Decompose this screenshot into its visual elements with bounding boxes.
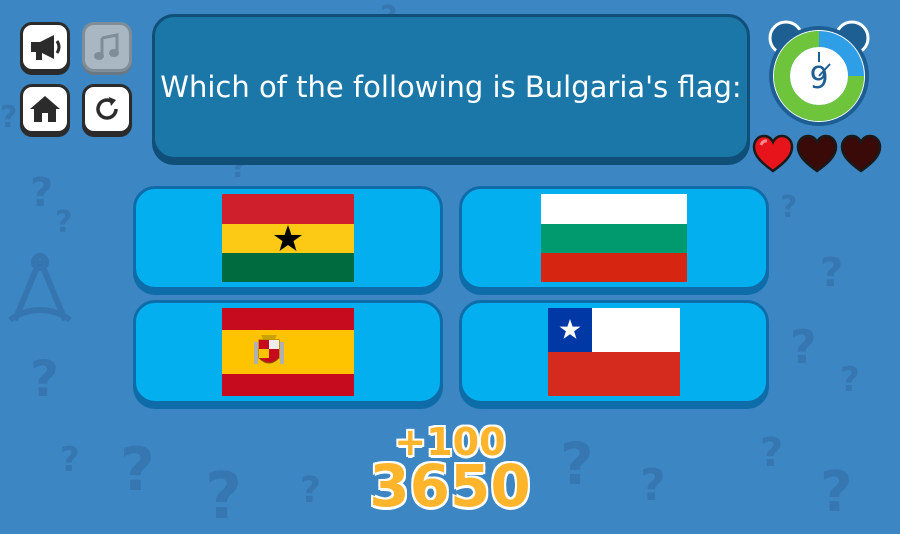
bg-question-mark: ? [820,460,853,525]
bg-sextant-icon [8,253,72,323]
bg-question-mark: ? [55,205,73,240]
bg-question-mark: ? [205,460,243,534]
restart-icon [96,97,118,120]
music-note-icon [94,33,119,60]
bg-question-mark: ? [780,190,798,225]
bg-question-mark: ? [60,440,80,480]
bg-question-mark: ? [820,250,844,296]
bg-question-mark: ? [30,170,54,216]
timer-clock: 9 [764,18,874,133]
timer-value: 9 [809,61,828,96]
chile-flag [548,308,680,396]
question-panel: Which of the following is Bulgaria's fla… [152,14,750,160]
bg-question-mark: ? [840,360,860,400]
ghana-flag [222,194,354,282]
spain-flag [222,308,354,396]
home-icon [30,96,60,122]
bulgaria-flag [541,194,687,282]
bg-question-mark: ? [640,460,666,511]
sound-toggle-button[interactable] [20,22,70,72]
heart-full-icon [752,134,794,173]
restart-button[interactable] [82,84,132,134]
music-toggle-button[interactable] [82,22,132,72]
bg-question-mark: ? [30,350,60,408]
heart-empty-icon [796,134,838,173]
heart-empty-icon [840,134,882,173]
bg-question-mark: ? [790,320,817,374]
home-button[interactable] [20,84,70,134]
question-text: Which of the following is Bulgaria's fla… [160,70,742,104]
bg-question-mark: ? [560,430,594,498]
bg-question-mark: ? [300,470,321,511]
bg-question-mark: ? [760,430,784,476]
score-total: 3650 [369,452,531,520]
answer-option-2[interactable] [459,186,769,290]
answer-option-1[interactable] [133,186,443,290]
megaphone-icon [31,35,61,60]
alarm-clock-icon: 9 [768,20,870,126]
bg-question-mark: ? [0,100,18,135]
answer-option-3[interactable] [133,300,443,404]
bg-question-mark: ? [120,435,155,505]
answer-option-4[interactable] [459,300,769,404]
lives-indicator [752,134,882,174]
